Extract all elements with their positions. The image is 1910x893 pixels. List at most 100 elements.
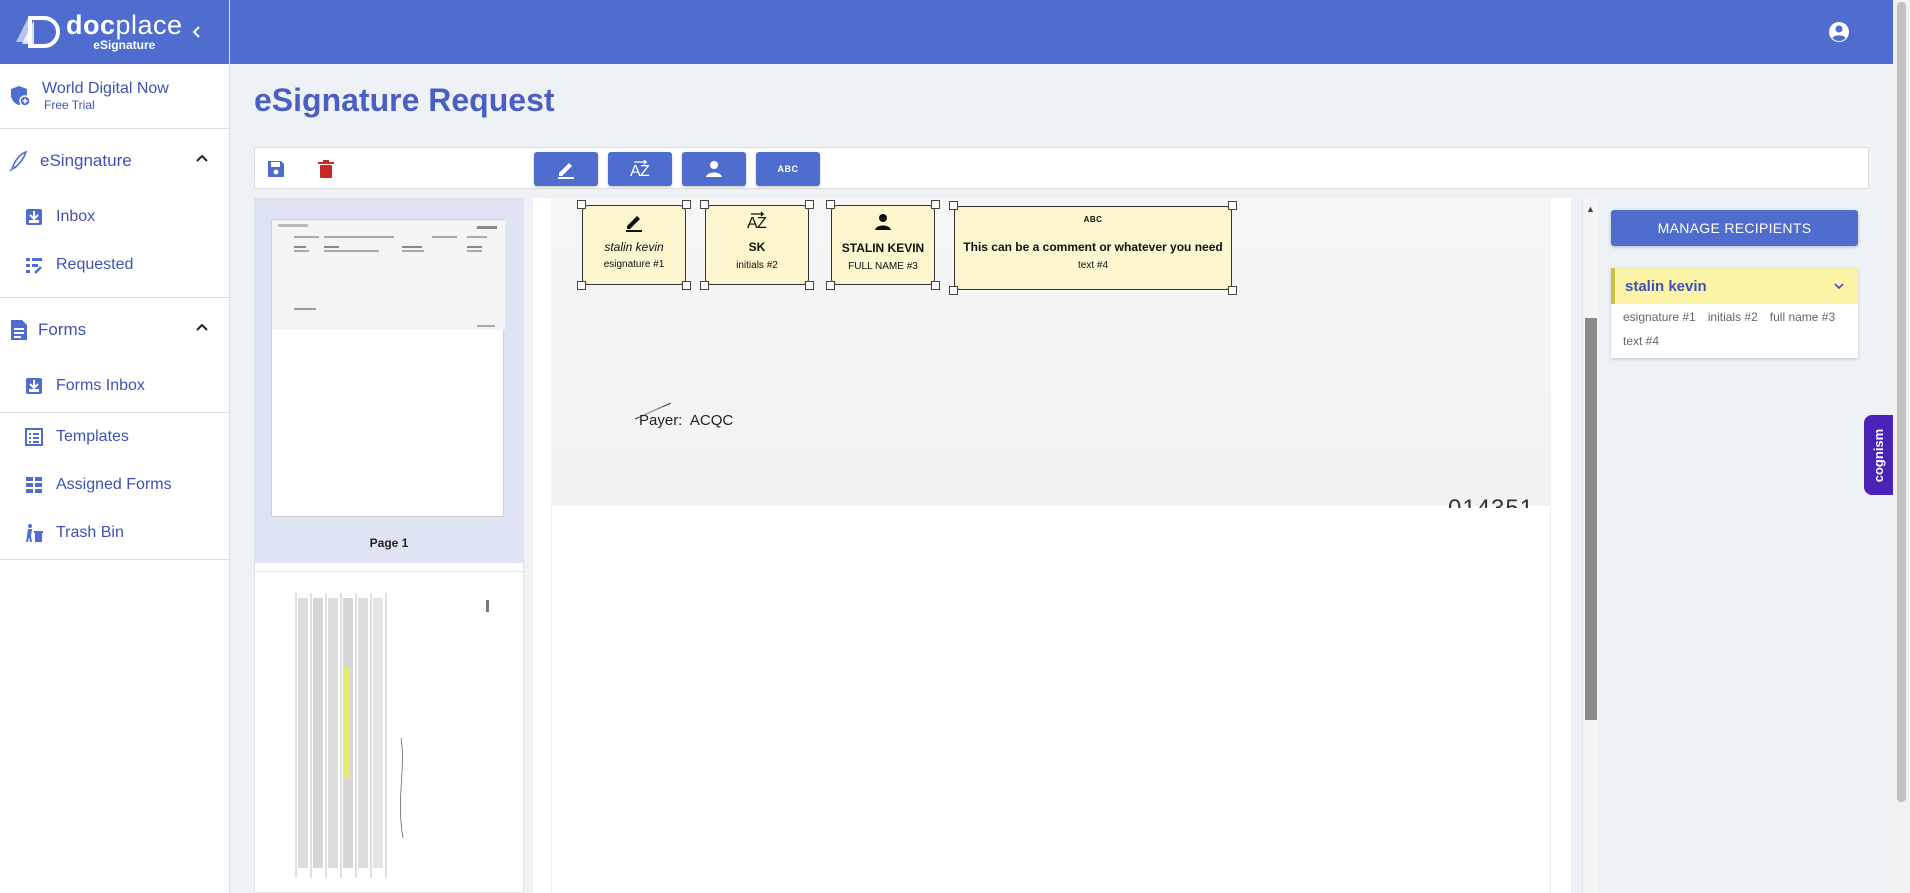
list-icon <box>24 427 44 447</box>
resize-handle[interactable] <box>931 281 940 290</box>
svg-text:Z: Z <box>640 163 650 180</box>
scroll-up-icon[interactable]: ▲ <box>1586 204 1595 214</box>
recipient-field[interactable]: full name #3 <box>1770 310 1835 324</box>
resize-handle[interactable] <box>1228 201 1237 210</box>
thumbnail-image <box>271 588 504 888</box>
page-thumbnail[interactable]: Page 1 <box>255 199 523 563</box>
grid-icon <box>24 475 44 495</box>
org-plan: Free Trial <box>44 98 95 112</box>
recipient-field[interactable]: text #4 <box>1623 334 1659 348</box>
resize-handle[interactable] <box>682 200 691 209</box>
cognism-widget-tab[interactable]: cognism <box>1864 415 1894 495</box>
payer-text: Payer: ACQC <box>639 412 734 429</box>
text-value: This can be a comment or whatever you ne… <box>963 240 1223 254</box>
initials-field[interactable]: A Z SK initials #2 <box>700 200 814 290</box>
resize-handle[interactable] <box>682 281 691 290</box>
add-initials-field-button[interactable]: A Z <box>608 152 672 186</box>
resize-handle[interactable] <box>826 281 835 290</box>
sidebar-item-label: Forms Inbox <box>56 377 145 394</box>
resize-handle[interactable] <box>949 286 958 295</box>
chevron-left-icon <box>192 26 200 38</box>
scrollbar-thumb[interactable] <box>1897 2 1906 802</box>
section-forms[interactable]: Forms <box>0 298 229 362</box>
docplace-logo-icon <box>14 12 62 52</box>
signature-field[interactable]: stalin kevin esignature #1 <box>577 200 691 290</box>
recipient-field[interactable]: initials #2 <box>1708 310 1758 324</box>
manage-recipients-button[interactable]: MANAGE RECIPIENTS <box>1611 210 1858 246</box>
page-scrollbar[interactable] <box>1893 0 1910 893</box>
abc-text-icon: ABC <box>777 164 799 174</box>
add-full-name-field-button[interactable] <box>682 152 746 186</box>
requested-icon <box>24 255 44 275</box>
initials-az-icon: A Z <box>747 211 767 232</box>
sidebar-item-inbox[interactable]: Inbox <box>0 193 229 241</box>
full-name-value: STALIN KEVIN <box>841 241 925 255</box>
save-button[interactable] <box>265 158 287 180</box>
thumbnail-image <box>271 219 505 517</box>
chevron-up-icon <box>196 154 208 162</box>
resize-handle[interactable] <box>577 281 586 290</box>
sidebar-item-label: Assigned Forms <box>56 476 172 493</box>
delete-button[interactable] <box>315 158 337 180</box>
svg-text:Z: Z <box>757 215 767 232</box>
account-button[interactable] <box>1827 20 1851 44</box>
pen-signature-icon <box>9 150 28 172</box>
resize-handle[interactable] <box>700 200 709 209</box>
sidebar-item-label: Inbox <box>56 208 96 225</box>
resize-handle[interactable] <box>700 281 709 290</box>
resize-handle[interactable] <box>577 200 586 209</box>
org-name: World Digital Now <box>42 80 169 97</box>
sidebar-item-trash-bin[interactable]: Trash Bin <box>0 509 229 557</box>
pen-icon <box>626 216 642 232</box>
field-tag: FULL NAME #3 <box>848 261 918 272</box>
recipient-card: stalin kevin esignature #1 initials #2 f… <box>1611 268 1858 358</box>
full-name-field[interactable]: STALIN KEVIN FULL NAME #3 <box>826 200 940 290</box>
field-tag: initials #2 <box>736 260 778 271</box>
resize-handle[interactable] <box>805 200 814 209</box>
recipient-name: stalin kevin <box>1625 277 1707 295</box>
shield-org-icon <box>11 86 31 107</box>
logo-bar: docplace eSignature <box>0 0 229 64</box>
page-thumbnails: Page 1 <box>254 198 524 893</box>
resize-handle[interactable] <box>826 200 835 209</box>
sidebar: docplace eSignature World Digital Now Fr… <box>0 0 230 893</box>
divider <box>0 559 229 560</box>
logo-word: docplace <box>66 10 183 40</box>
sidebar-item-label: Trash Bin <box>56 524 124 541</box>
initials-value: SK <box>748 240 766 254</box>
person-icon <box>875 214 891 230</box>
account-circle-icon <box>1829 22 1849 42</box>
chevron-up-icon <box>196 323 208 331</box>
chevron-down-icon <box>1834 283 1844 290</box>
resize-handle[interactable] <box>1228 286 1237 295</box>
sidebar-item-requested[interactable]: Requested <box>0 241 229 289</box>
org-switcher[interactable]: World Digital Now Free Trial <box>0 64 229 129</box>
section-esignature[interactable]: eSingnature <box>0 129 229 193</box>
document-canvas[interactable]: Payer: ACQC 014351 stalin kevin esignatu… <box>533 198 1571 893</box>
add-signature-field-button[interactable] <box>534 152 598 186</box>
thumbnail-label: Page 1 <box>369 536 409 550</box>
document-scrollbar[interactable]: ▲ <box>1582 198 1598 893</box>
logo-subtitle: eSignature <box>93 38 156 52</box>
sidebar-item-templates[interactable]: Templates <box>0 413 229 461</box>
sidebar-item-forms-inbox[interactable]: Forms Inbox <box>0 362 229 410</box>
sidebar-item-label: Requested <box>56 256 134 273</box>
text-field[interactable]: ABC This can be a comment or whatever yo… <box>949 201 1237 295</box>
collapse-sidebar-button[interactable] <box>185 20 209 44</box>
recipient-field-list: esignature #1 initials #2 full name #3 t… <box>1611 304 1858 358</box>
add-text-field-button[interactable]: ABC <box>756 152 820 186</box>
abc-text-icon: ABC <box>1083 215 1103 224</box>
section-label: eSingnature <box>40 151 132 170</box>
resize-handle[interactable] <box>805 281 814 290</box>
inbox-icon <box>24 207 44 227</box>
sidebar-item-assigned-forms[interactable]: Assigned Forms <box>0 461 229 509</box>
recipient-field[interactable]: esignature #1 <box>1623 310 1696 324</box>
resize-handle[interactable] <box>931 200 940 209</box>
page-thumbnail[interactable] <box>255 571 523 892</box>
scrollbar-thumb[interactable] <box>1585 318 1597 720</box>
recipient-header[interactable]: stalin kevin <box>1611 268 1858 304</box>
editor-toolbar: A Z ABC <box>254 147 1869 189</box>
resize-handle[interactable] <box>949 201 958 210</box>
top-app-bar <box>230 0 1893 64</box>
field-tag: esignature #1 <box>603 259 665 270</box>
